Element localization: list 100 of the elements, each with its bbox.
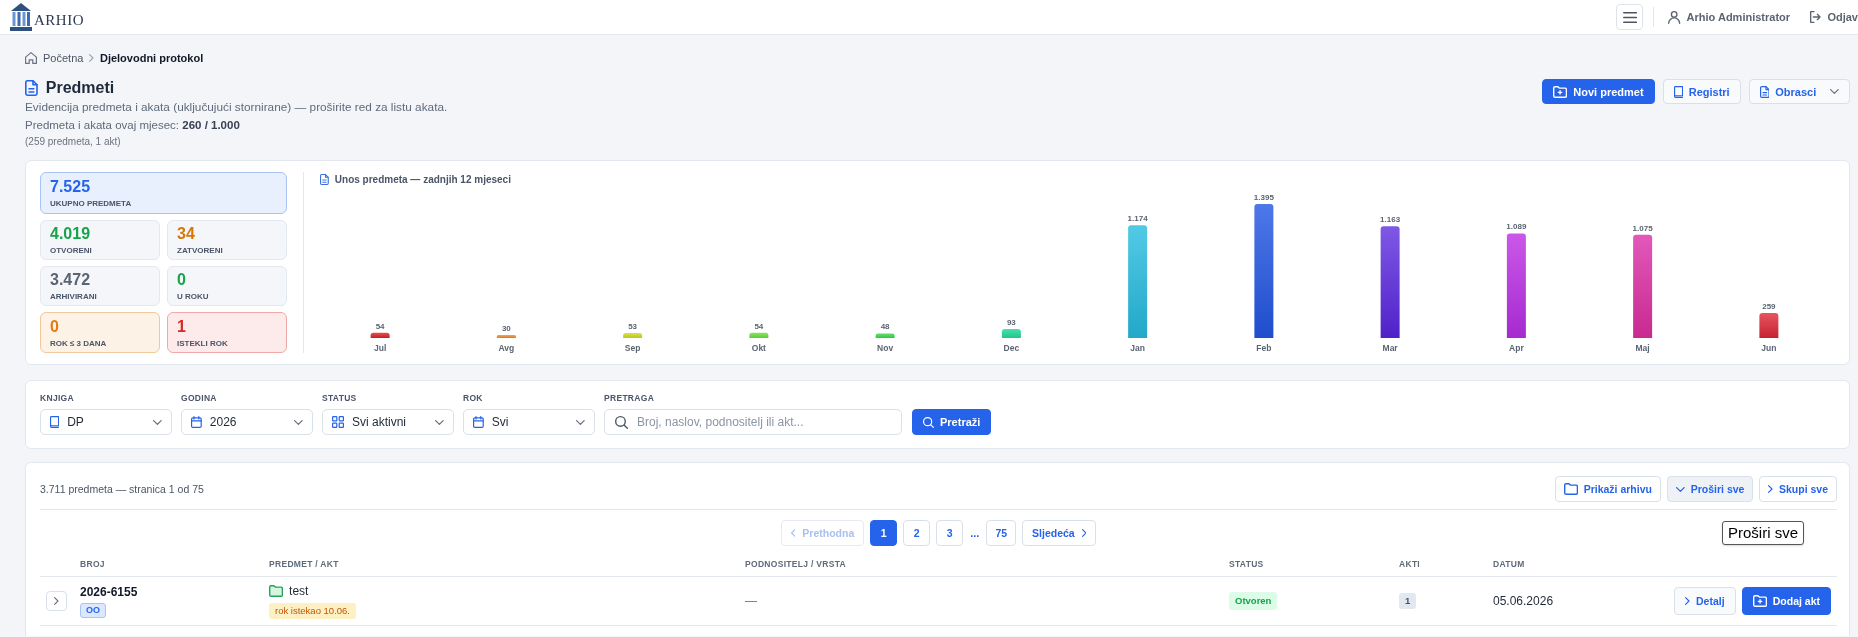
forms-dropdown-button[interactable]: Obrasci bbox=[1748, 79, 1850, 104]
bar-value-label: 93 bbox=[1006, 318, 1016, 328]
stat-value: 3.472 bbox=[50, 270, 92, 289]
search-icon bbox=[923, 416, 934, 428]
chart-bar bbox=[1759, 313, 1779, 338]
column-header: PREDMET / AKT bbox=[269, 559, 340, 570]
month-label: Dec bbox=[1003, 343, 1020, 353]
chevron-right-icon bbox=[1081, 529, 1087, 537]
account-link[interactable]: Arhio Administrator bbox=[1668, 10, 1791, 24]
select-field[interactable]: Svi bbox=[463, 409, 595, 435]
stat-value: 1 bbox=[177, 316, 187, 336]
logo-text: ARHIO bbox=[34, 11, 84, 29]
page-button[interactable]: 3 bbox=[936, 520, 964, 546]
filter-label: STATUS bbox=[322, 393, 358, 404]
column-header: AKTI bbox=[1399, 559, 1422, 570]
month-label: Jun bbox=[1761, 343, 1777, 353]
chart-bar bbox=[749, 332, 769, 338]
expand-all-button[interactable]: Proširi sve bbox=[1666, 476, 1754, 502]
chevron-right-icon bbox=[1685, 597, 1691, 605]
chart-bar bbox=[875, 333, 895, 338]
bar-value-label: 54 bbox=[754, 321, 764, 331]
select-field[interactable]: DP bbox=[40, 409, 172, 435]
caret-icon bbox=[435, 419, 444, 425]
breadcrumb-link[interactable]: Početna bbox=[43, 52, 84, 64]
logout-link[interactable]: Odjav bbox=[1810, 11, 1858, 23]
bar-value-label: 1.174 bbox=[1127, 214, 1148, 224]
book-badge: OO bbox=[80, 602, 106, 618]
quota-text: Predmeta i akata ovaj mjesec: 260 / 1.000 bbox=[25, 118, 241, 133]
book-icon bbox=[1673, 85, 1683, 98]
page-button[interactable]: 75 bbox=[986, 520, 1017, 546]
select-field[interactable]: Svi aktivni bbox=[322, 409, 454, 435]
folder-icon bbox=[1563, 483, 1578, 495]
chevron-left-icon bbox=[790, 529, 796, 537]
column-header: DATUM bbox=[1493, 559, 1526, 570]
results-summary: 3.711 predmeta — stranica 1 od 75 bbox=[40, 483, 204, 495]
month-label: Avg bbox=[498, 343, 515, 353]
filter-label: PRETRAGA bbox=[604, 393, 656, 404]
show-archive-button[interactable]: Prikaži arhivu bbox=[1554, 476, 1661, 502]
month-label: Okt bbox=[751, 343, 766, 353]
search-button[interactable]: Pretraži bbox=[912, 409, 992, 435]
stat-label: ZATVORENI bbox=[177, 245, 224, 256]
chevron-down-icon bbox=[1675, 486, 1685, 492]
stat-label: ARHIVIRANI bbox=[50, 291, 98, 302]
month-label: Apr bbox=[1509, 343, 1524, 353]
new-case-button[interactable]: Novi predmet bbox=[1542, 79, 1655, 104]
stat-label: OTVORENI bbox=[50, 245, 93, 256]
month-label: Maj bbox=[1635, 343, 1650, 353]
bar-value-label: 1.163 bbox=[1380, 215, 1401, 225]
folder-plus-icon bbox=[1752, 595, 1767, 607]
search-icon bbox=[615, 415, 628, 429]
next-page-button[interactable]: Sljedeća bbox=[1022, 520, 1097, 546]
stat-label: ROK ≤ 3 DANA bbox=[50, 337, 108, 349]
month-label: Jan bbox=[1130, 343, 1145, 353]
column-header: BROJ bbox=[80, 559, 106, 570]
chevron-right-icon bbox=[1768, 485, 1773, 493]
column-header: STATUS bbox=[1229, 559, 1265, 570]
registers-button[interactable]: Registri bbox=[1662, 79, 1741, 104]
select-field[interactable]: 2026 bbox=[181, 409, 313, 435]
bar-value-label: 259 bbox=[1762, 302, 1776, 312]
document-icon bbox=[1759, 85, 1770, 98]
caret-icon bbox=[1830, 89, 1839, 94]
stat-value: 34 bbox=[177, 224, 196, 243]
collapse-all-button[interactable]: Skupi sve bbox=[1759, 476, 1837, 502]
filter-label: GODINA bbox=[181, 393, 218, 404]
page-button[interactable]: 1 bbox=[870, 520, 898, 546]
add-act-button[interactable]: Dodaj akt bbox=[1741, 587, 1831, 615]
bar-value-label: 54 bbox=[375, 321, 385, 331]
calendar-icon bbox=[191, 416, 202, 428]
month-label: Sep bbox=[624, 343, 641, 353]
folder-icon bbox=[269, 585, 284, 597]
caret-icon bbox=[153, 419, 162, 425]
calendar-icon bbox=[473, 416, 484, 428]
breadcrumb-current: Djelovodni protokol bbox=[99, 52, 204, 64]
stat-value: 0 bbox=[50, 316, 60, 336]
detail-button[interactable]: Detalj bbox=[1674, 587, 1736, 615]
bar-value-label: 1.089 bbox=[1506, 222, 1527, 232]
home-icon bbox=[25, 52, 37, 64]
document-icon bbox=[25, 80, 38, 96]
chart-bar bbox=[370, 332, 390, 338]
chart-bar bbox=[496, 335, 516, 338]
bar-value-label: 30 bbox=[501, 324, 511, 334]
filter-label: KNJIGA bbox=[40, 393, 75, 404]
menu-button[interactable] bbox=[1616, 4, 1644, 30]
chart-bar bbox=[623, 332, 643, 338]
search-field[interactable]: Broj, naslov, podnositelj ili akt... bbox=[604, 409, 902, 435]
case-number: 2026-6155 bbox=[80, 584, 138, 600]
logo-icon bbox=[10, 2, 32, 32]
bar-value-label: 1.395 bbox=[1253, 193, 1274, 202]
page-button[interactable]: 2 bbox=[903, 520, 931, 546]
tooltip: Proširi sve bbox=[1722, 521, 1804, 545]
grid-icon bbox=[332, 416, 344, 428]
stat-value: 7.525 bbox=[50, 177, 92, 196]
month-label: Jul bbox=[374, 343, 387, 353]
stat-label: UKUPNO PREDMETA bbox=[50, 198, 133, 209]
month-label: Nov bbox=[877, 343, 894, 353]
document-icon bbox=[320, 173, 329, 185]
bar-value-label: 1.075 bbox=[1632, 223, 1653, 233]
bar-value-label: 53 bbox=[628, 321, 638, 331]
quota-note: (259 predmeta, 1 akt) bbox=[25, 135, 122, 148]
user-icon bbox=[1668, 10, 1681, 24]
